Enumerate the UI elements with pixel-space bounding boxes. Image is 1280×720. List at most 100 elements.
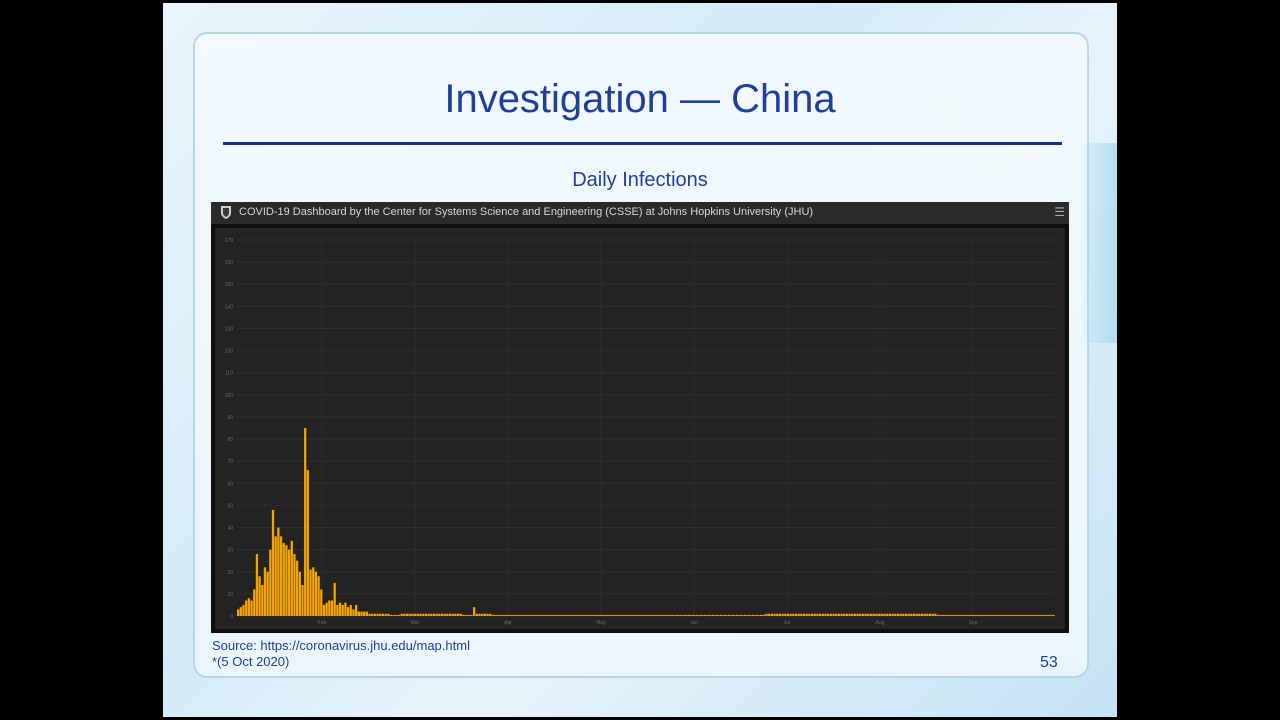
chart-subtitle: Daily Infections xyxy=(572,169,708,191)
bar xyxy=(381,613,385,616)
bar xyxy=(899,613,902,616)
bar xyxy=(996,614,999,616)
bar xyxy=(784,613,787,616)
x-tick-label: Jul xyxy=(784,620,790,626)
bar xyxy=(507,614,511,616)
bar xyxy=(577,614,580,616)
bar xyxy=(660,614,664,616)
bar xyxy=(650,614,653,616)
bar xyxy=(593,614,596,616)
bar xyxy=(287,549,291,616)
bar xyxy=(333,582,336,616)
bar xyxy=(601,614,605,616)
bar xyxy=(636,614,639,616)
bar xyxy=(475,613,478,616)
bar xyxy=(674,614,677,616)
bar xyxy=(456,613,460,616)
bar xyxy=(765,613,768,616)
bar xyxy=(403,613,406,616)
bar xyxy=(808,613,811,616)
slide-title: Investigation — China xyxy=(444,77,836,121)
bar xyxy=(998,614,1001,616)
bar xyxy=(314,571,318,616)
bar xyxy=(910,613,913,616)
bar xyxy=(687,614,690,616)
y-tick-label: 70 xyxy=(227,459,233,465)
bar xyxy=(389,614,393,616)
bar xyxy=(446,613,449,616)
bar xyxy=(572,614,575,616)
bar xyxy=(955,614,959,616)
bar xyxy=(768,613,771,616)
bar xyxy=(904,613,908,616)
bar xyxy=(757,614,760,616)
bar xyxy=(499,614,503,616)
source-note: Source: https://coronavirus.jhu.edu/map.… xyxy=(212,638,470,670)
source-link[interactable]: Source: https://coronavirus.jhu.edu/map.… xyxy=(212,638,470,654)
bar xyxy=(886,613,889,616)
bar xyxy=(896,613,900,616)
bar xyxy=(376,613,379,616)
bar xyxy=(818,613,822,616)
bar xyxy=(1001,614,1004,616)
bar xyxy=(282,543,285,616)
bar xyxy=(435,613,438,616)
bar xyxy=(789,613,792,616)
bar xyxy=(545,614,548,616)
y-tick-label: 60 xyxy=(227,481,233,487)
bar xyxy=(548,614,551,616)
bar xyxy=(274,536,277,616)
bar xyxy=(872,613,875,616)
bar xyxy=(395,614,398,616)
bar xyxy=(966,614,969,616)
bar xyxy=(540,614,543,616)
bar xyxy=(322,604,326,616)
bar xyxy=(700,614,704,616)
bar xyxy=(668,614,672,616)
bar xyxy=(344,602,347,616)
bar xyxy=(633,614,637,616)
bar xyxy=(269,549,272,616)
jhu-shield-icon xyxy=(221,206,231,219)
hamburger-icon[interactable]: ☰ xyxy=(1054,205,1065,219)
bar xyxy=(773,613,776,616)
bar xyxy=(735,614,739,616)
y-tick-label: 40 xyxy=(227,526,233,532)
bar xyxy=(880,613,883,616)
bar xyxy=(532,614,535,616)
bar xyxy=(1009,614,1012,616)
bar xyxy=(1041,614,1044,616)
bar xyxy=(534,614,537,616)
page-number: 53 xyxy=(1040,654,1058,671)
bar xyxy=(679,614,682,616)
bar xyxy=(692,614,696,616)
bar xyxy=(1012,614,1015,616)
bar xyxy=(655,614,658,616)
bar xyxy=(698,614,701,616)
bar xyxy=(253,589,256,616)
bar xyxy=(934,613,937,616)
bar xyxy=(432,613,436,616)
bar xyxy=(931,613,934,616)
bar xyxy=(596,614,599,616)
bar xyxy=(478,613,481,616)
bar xyxy=(845,613,849,616)
bar xyxy=(266,571,269,616)
bar xyxy=(387,613,390,616)
bar xyxy=(939,614,942,616)
y-tick-label: 50 xyxy=(227,503,233,509)
bar xyxy=(470,614,473,616)
bar xyxy=(411,613,414,616)
bar xyxy=(443,613,446,616)
bar xyxy=(298,571,301,616)
bar xyxy=(641,614,645,616)
bar xyxy=(529,614,532,616)
y-tick-label: 110 xyxy=(225,371,233,377)
x-tick-label: May xyxy=(596,620,606,626)
bar xyxy=(802,613,806,616)
bar xyxy=(936,614,940,616)
date-note: *(5 Oct 2020) xyxy=(212,654,290,669)
bar xyxy=(1038,614,1042,616)
bar xyxy=(719,614,723,616)
bar xyxy=(566,614,570,616)
